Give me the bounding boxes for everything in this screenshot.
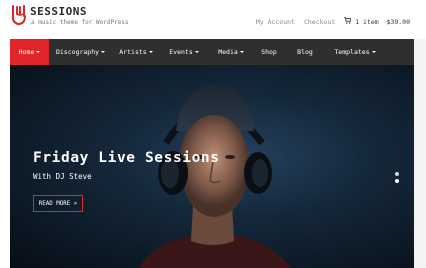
nav-item-label: Blog (297, 48, 313, 56)
checkout-link[interactable]: Checkout (304, 18, 335, 26)
hero-slider: Friday Live Sessions With DJ Steve READ … (10, 65, 414, 268)
rock-hand-icon[interactable] (9, 4, 29, 26)
nav-item-discography[interactable]: Discography (49, 39, 112, 65)
site-title[interactable]: SESSIONS (30, 5, 87, 18)
nav-item-shop[interactable]: Shop (254, 39, 284, 65)
slide-title: Friday Live Sessions (33, 150, 220, 166)
my-account-link[interactable]: My Account (256, 18, 295, 26)
cart-summary: 1 item $39.00 (355, 18, 410, 26)
nav-item-home[interactable]: Home (10, 39, 49, 65)
site-header: SESSIONS a music theme for WordPress My … (0, 0, 426, 39)
nav-item-label: Media (218, 48, 238, 56)
caret-down-icon (371, 51, 376, 53)
slider-dot-active[interactable] (395, 179, 399, 183)
caret-down-icon (101, 51, 106, 53)
site-tagline: a music theme for WordPress (31, 19, 129, 26)
caret-down-icon (194, 51, 199, 53)
shopping-cart-icon (344, 17, 352, 24)
nav-item-label: Events (169, 48, 193, 56)
caret-down-icon (239, 51, 244, 53)
main-nav: Home Discography Artists Events Media Sh… (10, 39, 414, 65)
nav-item-events[interactable]: Events (160, 39, 208, 65)
slide-subtitle: With DJ Steve (33, 172, 92, 181)
nav-item-label: Artists (119, 48, 147, 56)
slide-background-image (138, 85, 292, 268)
cart-link[interactable]: 1 item $39.00 (344, 17, 410, 26)
nav-item-label: Home (18, 48, 35, 56)
read-more-button[interactable]: READ MORE » (33, 195, 83, 212)
nav-item-label: Templates (334, 48, 370, 56)
caret-down-icon (148, 51, 153, 53)
caret-down-icon (36, 51, 41, 53)
nav-item-blog[interactable]: Blog (284, 39, 326, 65)
page-edge (414, 39, 426, 268)
nav-item-label: Discography (55, 48, 100, 56)
nav-item-artists[interactable]: Artists (112, 39, 160, 65)
nav-item-label: Shop (261, 48, 277, 56)
nav-item-media[interactable]: Media (208, 39, 254, 65)
slider-pagination (395, 172, 399, 183)
top-links: My Account Checkout 1 item $39.00 (256, 17, 410, 26)
slider-dot[interactable] (395, 172, 399, 176)
nav-item-templates[interactable]: Templates (326, 39, 384, 65)
